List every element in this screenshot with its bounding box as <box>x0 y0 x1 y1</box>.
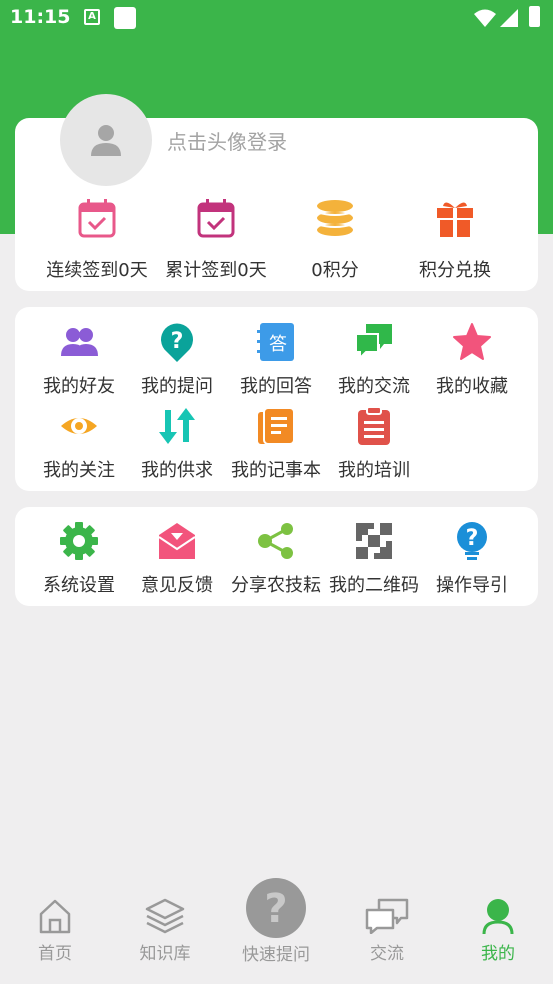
stat-points-exchange[interactable]: 积分兑换 <box>385 198 525 282</box>
tab-communication[interactable]: 交流 <box>332 898 442 964</box>
tool-share[interactable]: 分享农技耘 <box>227 521 325 597</box>
tool-label: 我的二维码 <box>329 575 419 596</box>
stat-points[interactable]: 0积分 <box>265 198 405 282</box>
chat-icon <box>365 898 409 935</box>
status-bar: 11:15 A <box>0 0 553 38</box>
menu-label: 我的好友 <box>43 376 115 397</box>
notification-square-icon <box>114 7 136 29</box>
tool-system-settings[interactable]: 系统设置 <box>30 521 128 597</box>
question-fab-icon: ? <box>264 886 287 932</box>
gift-icon <box>437 202 473 237</box>
tab-label: 快速提问 <box>242 945 310 965</box>
menu-label: 我的关注 <box>43 460 115 481</box>
tool-my-qrcode[interactable]: 我的二维码 <box>325 521 423 597</box>
tool-label: 操作导引 <box>436 575 508 596</box>
answer-notebook-icon: 答 <box>257 323 294 361</box>
menu-my-training[interactable]: 我的培训 <box>325 406 423 482</box>
svg-text:?: ? <box>466 526 479 551</box>
calendar-check-icon <box>197 199 235 238</box>
tab-home[interactable]: 首页 <box>0 898 110 964</box>
help-bulb-icon: ? <box>457 522 487 560</box>
layers-icon <box>145 898 185 934</box>
menu-label: 我的收藏 <box>436 376 508 397</box>
menu-label: 我的交流 <box>338 376 410 397</box>
avatar[interactable] <box>60 94 152 186</box>
menu-my-notebook[interactable]: 我的记事本 <box>227 406 325 482</box>
svg-text:答: 答 <box>269 334 287 355</box>
menu-my-friends[interactable]: 我的好友 <box>30 322 128 398</box>
menu-label: 我的供求 <box>141 460 213 481</box>
a-notification-icon: A <box>84 9 100 25</box>
user-placeholder-icon <box>91 125 121 156</box>
menu-my-answers[interactable]: 答 我的回答 <box>227 322 325 398</box>
tab-label: 首页 <box>38 944 72 964</box>
menu-my-questions[interactable]: ? 我的提问 <box>128 322 226 398</box>
wifi-icon <box>474 9 496 27</box>
chat-bubbles-icon <box>355 324 392 361</box>
menu-label: 我的回答 <box>240 376 312 397</box>
menu-label: 我的记事本 <box>231 460 321 481</box>
coins-icon <box>316 200 354 236</box>
menu-label: 我的培训 <box>338 460 410 481</box>
share-icon <box>258 523 293 559</box>
gear-icon <box>60 522 98 560</box>
tab-label: 我的 <box>481 944 515 964</box>
login-prompt[interactable]: 点击头像登录 <box>167 126 287 155</box>
tool-label: 分享农技耘 <box>231 575 321 596</box>
supply-demand-arrows-icon <box>159 408 195 444</box>
tab-label: 知识库 <box>139 944 191 964</box>
qrcode-icon <box>356 523 392 559</box>
calendar-check-icon <box>78 199 116 238</box>
svg-text:?: ? <box>171 329 184 354</box>
menu-label: 我的提问 <box>141 376 213 397</box>
tool-label: 系统设置 <box>43 575 115 596</box>
notes-icon <box>258 407 295 445</box>
menu-my-favorites[interactable]: 我的收藏 <box>423 322 521 398</box>
menu-my-communication[interactable]: 我的交流 <box>325 322 423 398</box>
tool-feedback[interactable]: 意见反馈 <box>128 521 226 597</box>
battery-icon <box>529 6 540 27</box>
menu-my-supply-demand[interactable]: 我的供求 <box>128 406 226 482</box>
question-pin-icon: ? <box>161 323 193 362</box>
home-icon <box>39 899 71 934</box>
tab-label: 交流 <box>370 944 404 964</box>
mail-icon <box>158 523 196 559</box>
tab-quick-question[interactable]: 快速提问 <box>221 940 331 965</box>
clipboard-icon <box>358 406 390 445</box>
svg-text:?: ? <box>264 886 287 932</box>
tool-operation-guide[interactable]: ? 操作导引 <box>423 521 521 597</box>
tab-mine[interactable]: 我的 <box>443 898 553 964</box>
friends-icon <box>61 328 98 356</box>
tool-label: 意见反馈 <box>141 575 213 596</box>
signal-icon <box>500 9 518 27</box>
stat-label: 积分兑换 <box>419 260 491 281</box>
menu-my-following[interactable]: 我的关注 <box>30 406 128 482</box>
stat-label: 0积分 <box>311 260 359 281</box>
status-time: 11:15 <box>10 6 71 28</box>
eye-icon <box>61 418 97 434</box>
star-icon <box>453 323 491 360</box>
quick-question-button[interactable]: ? <box>246 878 306 938</box>
person-icon <box>482 899 514 935</box>
tab-knowledge[interactable]: 知识库 <box>110 898 220 964</box>
